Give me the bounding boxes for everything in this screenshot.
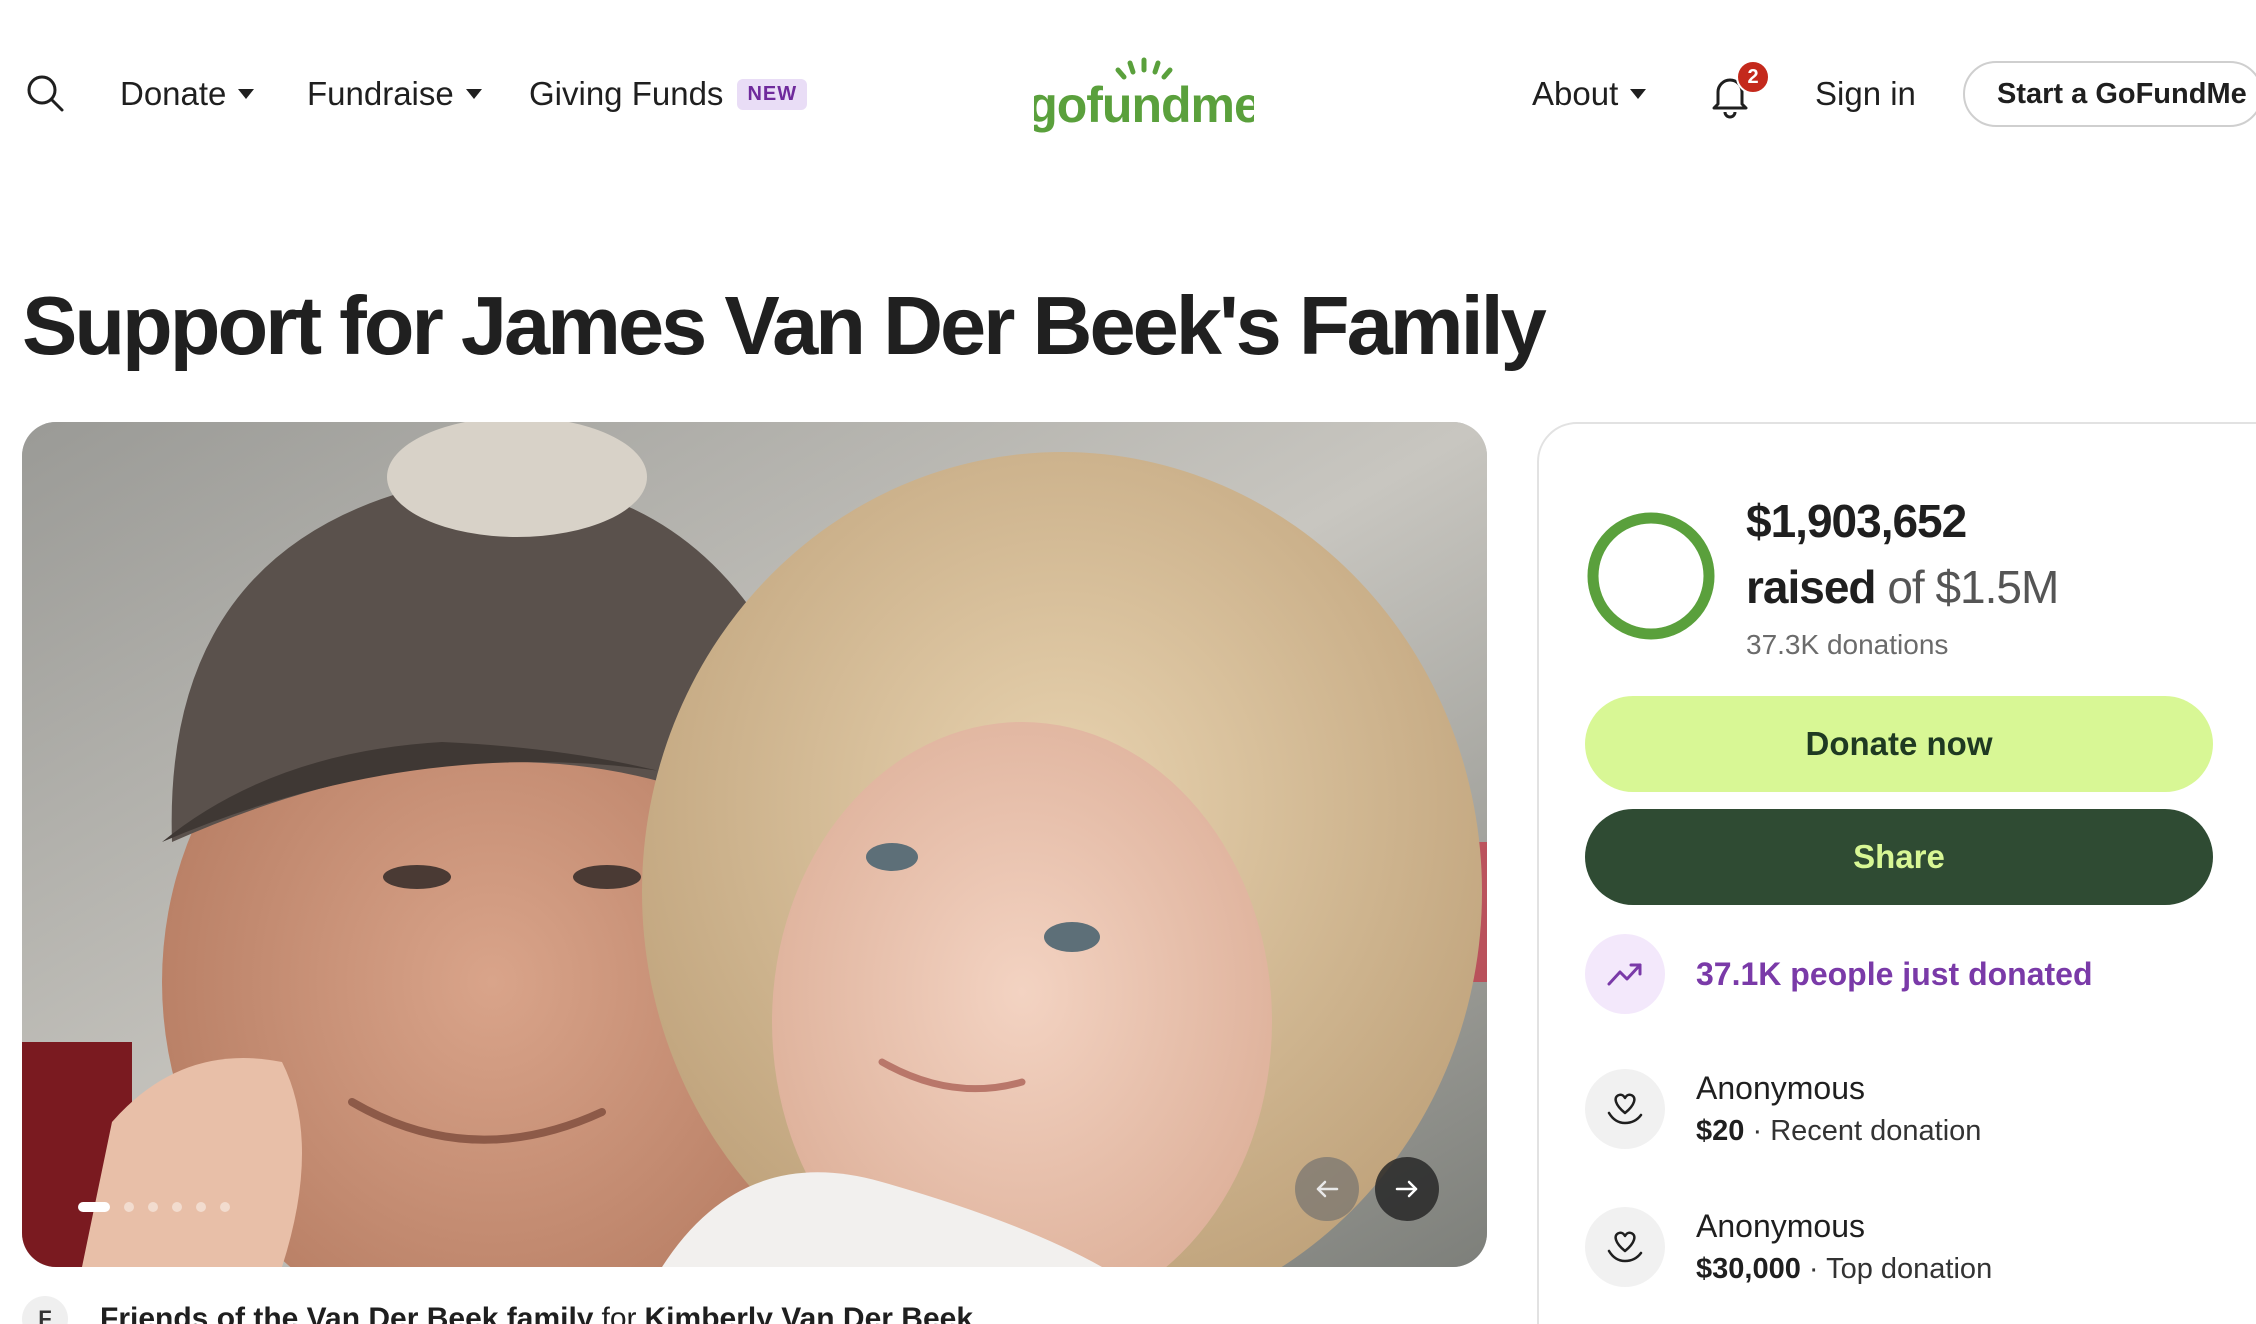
nav-donate-menu[interactable]: Donate <box>120 70 255 118</box>
carousel-prev-button[interactable] <box>1295 1157 1359 1221</box>
carousel-dot-6[interactable] <box>220 1202 230 1212</box>
new-badge: NEW <box>737 78 808 110</box>
donor-detail: $30,000 · Top donation <box>1696 1253 1992 1286</box>
chevron-down-icon <box>1630 89 1647 99</box>
carousel-dot-1[interactable] <box>78 1202 110 1212</box>
heart-hand-icon <box>1585 1069 1665 1149</box>
sign-in-link[interactable]: Sign in <box>1815 70 1916 118</box>
nav-giving-funds-label: Giving Funds <box>529 75 724 112</box>
carousel-dot-2[interactable] <box>124 1202 134 1212</box>
donation-kind: Recent donation <box>1770 1115 1982 1147</box>
donate-now-button[interactable]: Donate now <box>1585 696 2213 792</box>
goal-amount: of $1.5M <box>1887 561 2059 613</box>
progress-ring <box>1587 512 1715 640</box>
arrow-right-icon <box>1395 1180 1418 1198</box>
page-title: Support for James Van Der Beek's Family <box>22 279 1547 372</box>
chevron-down-icon <box>465 89 482 99</box>
page: Donate Fundraise Giving Funds NEW gofund… <box>0 0 2256 1324</box>
carousel-dot-3[interactable] <box>148 1202 158 1212</box>
donor-name: Anonymous <box>1696 1208 1865 1244</box>
chevron-down-icon <box>238 89 255 99</box>
carousel-next-button[interactable] <box>1375 1157 1439 1221</box>
donation-amount: $20 <box>1696 1115 1745 1147</box>
nav-about-menu[interactable]: About <box>1532 70 1647 118</box>
carousel-indicators <box>78 1202 230 1212</box>
organizer-connector: for <box>601 1302 637 1324</box>
separator: · <box>1752 1115 1763 1147</box>
donor-detail: $20 · Recent donation <box>1696 1115 1981 1148</box>
donation-kind: Top donation <box>1826 1253 1993 1285</box>
separator: · <box>1808 1253 1819 1285</box>
arrow-left-icon <box>1316 1180 1339 1198</box>
carousel-dot-5[interactable] <box>196 1202 206 1212</box>
organizer-avatar: F <box>22 1296 68 1324</box>
beneficiary-name[interactable]: Kimberly Van Der Beek <box>645 1302 974 1324</box>
donor-row: Anonymous $30,000 · Top donation <box>1585 1207 1992 1287</box>
nav-fundraise-menu[interactable]: Fundraise <box>307 70 482 118</box>
carousel-dot-4[interactable] <box>172 1202 182 1212</box>
raised-word: raised <box>1746 561 1877 613</box>
campaign-photo[interactable] <box>22 422 1487 1267</box>
gofundme-logo[interactable]: gofundme <box>1027 56 1262 136</box>
donation-card: $1,903,652 raised of $1.5M 37.3K donatio… <box>1537 422 2256 1324</box>
campaign-photo-image <box>22 422 1487 1267</box>
share-button[interactable]: Share <box>1585 809 2213 905</box>
nav-fundraise-label: Fundraise <box>307 75 454 112</box>
nav-donate-label: Donate <box>120 75 227 112</box>
organizer-line: F Friends of the Van Der Beek family for… <box>22 1296 973 1324</box>
raised-amount: $1,903,652 <box>1746 495 1967 547</box>
donor-name: Anonymous <box>1696 1070 1865 1106</box>
trending-up-icon <box>1585 934 1665 1014</box>
trend-text: 37.1K people just donated <box>1696 955 2093 992</box>
nav-giving-funds-link[interactable]: Giving Funds NEW <box>529 70 808 118</box>
logo-text: gofundme <box>1034 77 1254 133</box>
donor-row: Anonymous $20 · Recent donation <box>1585 1069 1981 1149</box>
search-icon[interactable] <box>24 72 68 116</box>
start-gofundme-button[interactable]: Start a GoFundMe <box>1963 61 2256 127</box>
recent-donations-trend[interactable]: 37.1K people just donated <box>1585 934 2093 1014</box>
organizer-name[interactable]: Friends of the Van Der Beek family <box>100 1302 594 1324</box>
top-navigation: Donate Fundraise Giving Funds NEW gofund… <box>0 0 2256 190</box>
raised-goal-line: raised of $1.5M <box>1746 560 2059 614</box>
heart-hand-icon <box>1585 1207 1665 1287</box>
donation-amount: $30,000 <box>1696 1253 1801 1285</box>
notification-count-badge: 2 <box>1736 60 1770 94</box>
nav-about-label: About <box>1532 75 1619 112</box>
donation-count: 37.3K donations <box>1746 629 1949 660</box>
